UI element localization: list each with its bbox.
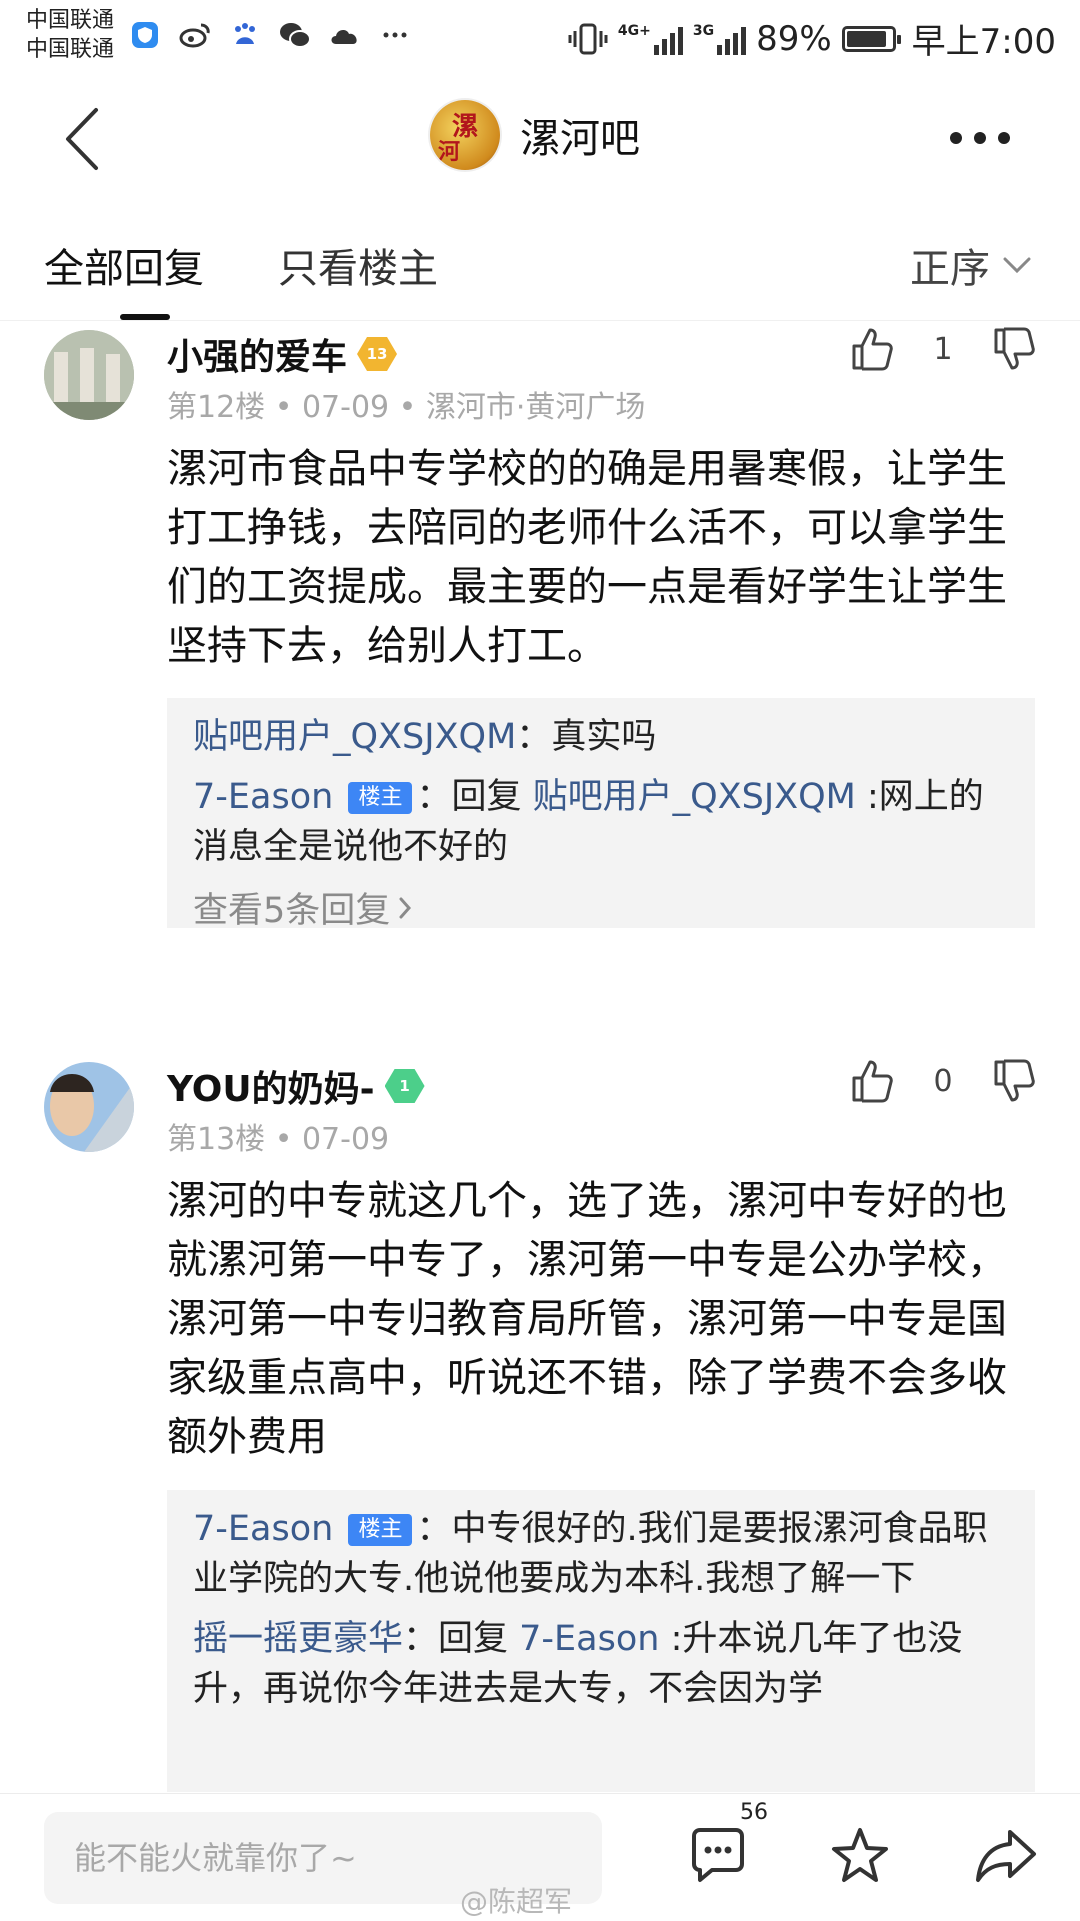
- avatar[interactable]: [44, 1062, 134, 1152]
- op-badge: 楼主: [348, 1514, 413, 1546]
- post-body: 漯河的中专就这几个，选了选，漯河中专好的也就漯河第一中专了，漯河第一中专是公办学…: [167, 1178, 1007, 1460]
- status-right: 4G+ 3G 89% 早上7:00: [568, 14, 1056, 63]
- signal-2-icon: 3G: [693, 23, 747, 55]
- top-nav: 漯 河 漯河吧: [0, 76, 1080, 206]
- forum-title: 漯河吧: [520, 116, 640, 162]
- sort-label: 正序: [910, 246, 990, 292]
- sub-reply[interactable]: 7-Eason 楼主 ：回复 贴吧用户_QXSJXQM :网上的消息全是说他不好的: [193, 772, 1009, 872]
- wechat-icon: [278, 18, 312, 52]
- forum-logo: 漯 河: [430, 100, 500, 170]
- reply-user[interactable]: 摇一摇更豪华: [193, 1619, 403, 1659]
- chevron-down-icon: [1003, 257, 1031, 274]
- post-body: 漯河市食品中专学校的的确是用暑寒假，让学生打工挣钱，去陪同的老师什么活不，可以拿…: [167, 446, 1007, 669]
- level-badge: 13: [357, 337, 398, 371]
- back-button[interactable]: [62, 106, 122, 176]
- reply-target-user[interactable]: 7-Eason: [519, 1619, 659, 1659]
- thumbs-down-icon[interactable]: [992, 1058, 1036, 1104]
- vibrate-icon: [568, 23, 608, 54]
- sub-reply[interactable]: 7-Eason 楼主 ：中专很好的.我们是要报漯河食品职业学院的大专.他说他要成为…: [193, 1504, 1009, 1604]
- comment-icon[interactable]: [686, 1824, 750, 1888]
- post-floor-13: YOU的奶妈- 1 第13楼 • 07-09 0 漯河的中专就这几个，选了选，漯…: [0, 1052, 1080, 1792]
- carrier-1: 中国联通: [26, 8, 115, 33]
- post-meta: 第13楼 • 07-09: [167, 1122, 390, 1157]
- forum-header[interactable]: 漯 河 漯河吧: [430, 100, 640, 170]
- level-badge: 1: [384, 1069, 425, 1103]
- star-icon[interactable]: [828, 1824, 892, 1888]
- more-menu-button[interactable]: [950, 132, 1010, 144]
- share-icon[interactable]: [974, 1824, 1038, 1888]
- sort-dropdown[interactable]: 正序: [910, 236, 1032, 294]
- dot: [974, 132, 986, 144]
- battery-icon: [841, 25, 901, 52]
- battery-percent: 89%: [756, 18, 832, 59]
- sub-replies: 7-Eason 楼主 ：中专很好的.我们是要报漯河食品职业学院的大专.他说他要成为…: [167, 1490, 1035, 1792]
- sub-reply[interactable]: 贴吧用户_QXSJXQM：真实吗: [193, 712, 1009, 762]
- reply-target-user[interactable]: 贴吧用户_QXSJXQM: [533, 777, 856, 817]
- more-dots-icon: [378, 18, 412, 52]
- view-more-replies[interactable]: 查看5条回复: [193, 882, 1009, 928]
- like-count: 0: [933, 1063, 953, 1099]
- post-floor-12: 小强的爱车 13 第12楼 • 07-09 • 漯河市·黄河广场 1 漯河市食品…: [0, 320, 1080, 980]
- username[interactable]: YOU的奶妈- 1: [167, 1060, 425, 1112]
- op-badge: 楼主: [348, 782, 413, 814]
- avatar[interactable]: [44, 330, 134, 420]
- carrier-2: 中国联通: [26, 37, 115, 62]
- like-count: 1: [933, 331, 953, 367]
- tab-op-only[interactable]: 只看楼主: [278, 236, 438, 294]
- watermark: @陈超军: [460, 1885, 573, 1918]
- comment-count: 56: [740, 1800, 768, 1825]
- username[interactable]: 小强的爱车 13: [167, 328, 398, 380]
- thumbs-up-icon[interactable]: [850, 326, 894, 372]
- dot: [950, 132, 962, 144]
- reply-user[interactable]: 贴吧用户_QXSJXQM: [193, 717, 516, 757]
- status-bar: 中国联通 中国联通 4G+ 3G 89% 早上7:00: [0, 0, 1080, 76]
- chevron-left-icon: [66, 108, 98, 170]
- vote-controls: 0: [850, 1058, 1036, 1104]
- cloud-icon: [328, 18, 362, 52]
- dot: [998, 132, 1010, 144]
- signal-1-icon: 4G+: [618, 23, 683, 55]
- carrier-names: 中国联通 中国联通: [26, 6, 114, 64]
- baidu-icon: [228, 18, 262, 52]
- tab-all-replies[interactable]: 全部回复: [44, 236, 204, 294]
- reply-tabs: 全部回复 只看楼主 正序: [0, 206, 1080, 321]
- thumbs-up-icon[interactable]: [850, 1058, 894, 1104]
- sub-reply[interactable]: 摇一摇更豪华：回复 7-Eason :升本说几年了也没升，再说你今年进去是大专，…: [193, 1614, 1009, 1714]
- notification-icons: [128, 18, 412, 52]
- sub-replies: 贴吧用户_QXSJXQM：真实吗 7-Eason 楼主 ：回复 贴吧用户_QXSJ…: [167, 698, 1035, 928]
- thumbs-down-icon[interactable]: [992, 326, 1036, 372]
- reply-user[interactable]: 7-Eason: [193, 1509, 333, 1549]
- post-meta: 第12楼 • 07-09 • 漯河市·黄河广场: [167, 390, 646, 425]
- shield-app-icon: [128, 18, 162, 52]
- weibo-icon: [178, 18, 212, 52]
- reply-user[interactable]: 7-Eason: [193, 777, 333, 817]
- chevron-right-icon: [399, 897, 412, 918]
- vote-controls: 1: [850, 326, 1036, 372]
- clock: 早上7:00: [911, 22, 1056, 62]
